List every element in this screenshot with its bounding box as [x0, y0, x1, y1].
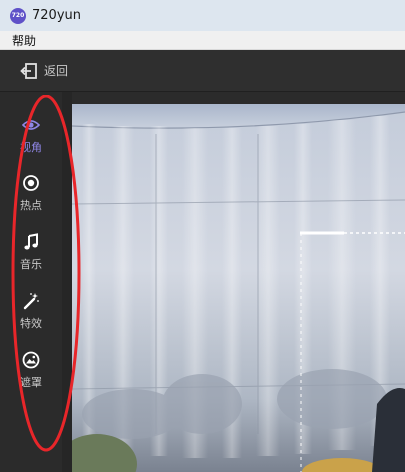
app-window: 720 720yun 帮助 返回 视角 热点 音乐 特效 遮罩 [0, 0, 405, 472]
sidebar-item-effects[interactable]: 特效 [0, 292, 62, 331]
panorama-viewport[interactable] [72, 104, 405, 472]
eye-icon [22, 116, 40, 134]
back-button[interactable]: 返回 [20, 62, 68, 80]
back-label: 返回 [44, 64, 69, 78]
sidebar-item-music[interactable]: 音乐 [0, 233, 62, 272]
toolbar: 返回 [0, 50, 405, 92]
sidebar-item-hotspot[interactable]: 热点 [0, 174, 62, 213]
sidebar-item-label: 热点 [20, 199, 42, 212]
magic-wand-icon [22, 292, 40, 310]
sidebar-item-label: 特效 [20, 317, 42, 330]
menu-help[interactable]: 帮助 [12, 32, 36, 49]
music-note-icon [22, 233, 40, 251]
panorama-image [72, 104, 405, 472]
sidebar-item-label: 音乐 [20, 258, 42, 271]
app-logo-icon: 720 [10, 7, 26, 24]
sidebar-item-label: 视角 [20, 141, 42, 154]
title-bar: 720 720yun [0, 0, 405, 31]
exit-icon [20, 62, 38, 80]
image-icon [22, 351, 40, 369]
window-title: 720yun [32, 8, 81, 23]
sidebar-item-label: 遮罩 [20, 376, 42, 389]
sidebar-divider [62, 92, 72, 472]
target-icon [22, 174, 40, 192]
sidebar-item-mask[interactable]: 遮罩 [0, 351, 62, 390]
viewport-top-strip [72, 92, 405, 104]
sidebar-item-view[interactable]: 视角 [0, 116, 62, 155]
menu-bar: 帮助 [0, 31, 405, 50]
